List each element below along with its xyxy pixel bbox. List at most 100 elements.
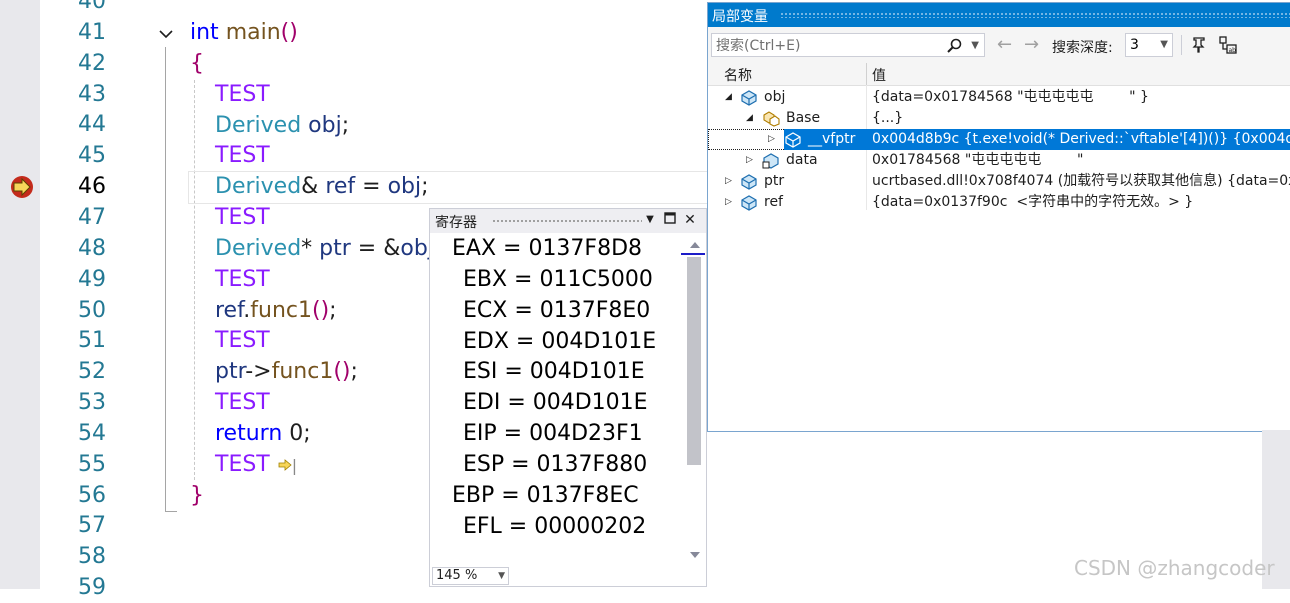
line-number: 59 [78, 575, 106, 601]
code-line-55[interactable]: TEST | [215, 449, 297, 480]
locals-row-ref[interactable]: ▷ ref {data=0x0137f90c <字符串中的字符无效。> } [708, 192, 1290, 213]
register-ecx[interactable]: ECX = 0137F8E0 [463, 295, 650, 326]
expand-triangle-icon[interactable]: ▷ [725, 192, 732, 213]
search-input[interactable]: 搜索(Ctrl+E) ▼ [711, 33, 985, 57]
toolbar-separator [1181, 35, 1182, 55]
scroll-down-icon[interactable] [689, 551, 701, 561]
scroll-up-icon[interactable] [689, 239, 701, 249]
code-line-49[interactable]: TEST [215, 264, 270, 295]
collapse-triangle-icon[interactable]: ◢ [725, 87, 732, 108]
code-line-53[interactable]: TEST [215, 387, 270, 418]
code-line-43[interactable]: TEST [215, 79, 270, 110]
code-line-56[interactable]: } [190, 480, 204, 511]
collapse-chevron-icon[interactable] [158, 26, 174, 42]
line-number: 53 [78, 390, 106, 416]
column-separator[interactable] [866, 63, 867, 85]
forward-arrow-icon[interactable]: → [1024, 35, 1039, 55]
variable-icon [741, 90, 757, 106]
code-line-41[interactable]: int main() [190, 17, 298, 48]
locals-title: 局部变量 [712, 9, 768, 25]
line-number: 49 [78, 266, 106, 292]
locals-name-base: Base [786, 110, 821, 126]
private-field-icon [762, 153, 779, 169]
column-header-name[interactable]: 名称 [724, 65, 752, 85]
locals-name-ref: ref [764, 194, 783, 210]
scrollbar-thumb[interactable] [687, 257, 701, 465]
search-icon[interactable] [946, 38, 962, 54]
locals-row-ptr[interactable]: ▷ ptr ucrtbased.dll!0x708f4074 (加载符号以获取其… [708, 171, 1290, 192]
locals-row-data[interactable]: ▷ data 0x01784568 "屯屯屯屯屯 " [708, 150, 1290, 171]
base-class-icon [763, 111, 780, 127]
variable-icon [741, 195, 757, 211]
register-edi[interactable]: EDI = 004D101E [463, 387, 648, 418]
chevron-down-icon[interactable]: ▼ [971, 34, 979, 58]
register-eip[interactable]: EIP = 004D23F1 [463, 418, 643, 449]
line-number: 48 [78, 235, 106, 261]
registers-window[interactable]: 寄存器 ▼ ✕ EAX = 0137F8D8 EBX = 011C5000 EC… [429, 208, 707, 587]
collapse-triangle-icon[interactable]: ◢ [746, 108, 753, 129]
code-line-54[interactable]: return 0; [215, 418, 311, 449]
drag-grip[interactable] [492, 219, 642, 224]
registers-list[interactable]: EAX = 0137F8D8 EBX = 011C5000 ECX = 0137… [430, 233, 684, 566]
register-esi[interactable]: ESI = 004D101E [463, 356, 645, 387]
code-line-45[interactable]: TEST [215, 140, 270, 171]
expand-triangle-icon[interactable]: ▷ [725, 171, 732, 192]
expand-triangle-icon[interactable]: ▷ [768, 129, 775, 150]
editor-gutter[interactable] [0, 0, 40, 589]
code-line-44[interactable]: Derived obj; [215, 110, 349, 141]
register-ebx[interactable]: EBX = 011C5000 [463, 264, 653, 295]
back-arrow-icon[interactable]: ← [997, 35, 1012, 55]
close-icon[interactable]: ✕ [682, 212, 698, 228]
locals-row-vfptr[interactable]: ▷ __vfptr 0x004d8b9c {t.exe!void(* Deriv… [708, 129, 1290, 150]
register-esp[interactable]: ESP = 0137F880 [463, 449, 647, 480]
expand-triangle-icon[interactable]: ▷ [746, 150, 753, 171]
registers-scrollbar[interactable] [686, 235, 704, 565]
register-eax[interactable]: EAX = 0137F8D8 [452, 233, 642, 264]
register-edx[interactable]: EDX = 004D101E [463, 326, 656, 357]
outline-guide [165, 47, 166, 512]
locals-window[interactable]: 局部变量 搜索(Ctrl+E) ▼ ← → 搜索深度: 3 ▼ ab 名称 值 ◢… [707, 2, 1290, 432]
code-line-52[interactable]: ptr->func1(); [215, 356, 358, 387]
code-line-42[interactable]: { [190, 48, 204, 79]
line-number: 43 [78, 81, 106, 107]
indent-guide [194, 80, 195, 480]
search-depth-select[interactable]: 3 ▼ [1125, 33, 1173, 57]
locals-row-obj[interactable]: ◢ obj {data=0x01784568 "屯屯屯屯屯 " } [708, 87, 1290, 108]
maximize-icon[interactable] [662, 212, 678, 228]
code-line-50[interactable]: ref.func1(); [215, 295, 337, 326]
locals-row-base[interactable]: ◢ Base {...} [708, 108, 1290, 129]
locals-grid-header: 名称 值 [708, 63, 1290, 86]
code-line-51[interactable]: TEST [215, 325, 270, 356]
code-line-47[interactable]: TEST [215, 202, 270, 233]
watermark: CSDN @zhangcoder [1074, 556, 1275, 580]
line-number: 40 [78, 0, 106, 14]
registers-title-bar[interactable]: 寄存器 ▼ ✕ [430, 209, 706, 233]
line-number: 42 [78, 50, 106, 76]
column-header-value[interactable]: 值 [872, 65, 886, 85]
line-number: 58 [78, 544, 106, 570]
line-number: 57 [78, 513, 106, 539]
locals-toolbar: 搜索(Ctrl+E) ▼ ← → 搜索深度: 3 ▼ ab [708, 27, 1290, 63]
locals-name-ptr: ptr [764, 173, 785, 189]
edit-and-continue-icon [278, 459, 292, 471]
register-ebp[interactable]: EBP = 0137F8EC [452, 480, 639, 511]
field-icon [785, 132, 801, 148]
locals-value-ref: {data=0x0137f90c <字符串中的字符无效。> } [872, 194, 1194, 210]
code-line-48[interactable]: Derived* ptr = &obj; [215, 233, 441, 264]
register-efl[interactable]: EFL = 00000202 [463, 511, 646, 542]
current-statement-arrow-icon [11, 176, 33, 198]
registers-title: 寄存器 [435, 215, 477, 231]
pin-icon[interactable] [1190, 35, 1210, 55]
line-number: 47 [78, 204, 106, 230]
line-number: 55 [78, 451, 106, 477]
svg-text:ab: ab [1229, 47, 1237, 54]
locals-title-bar[interactable]: 局部变量 [708, 3, 1290, 27]
window-menu-caret-icon[interactable]: ▼ [642, 212, 658, 228]
line-number: 45 [78, 143, 106, 169]
code-line-46[interactable]: Derived& ref = obj; [215, 171, 429, 202]
hex-display-icon[interactable]: ab [1218, 35, 1238, 55]
chevron-down-icon: ▼ [498, 571, 505, 581]
zoom-select[interactable]: 145 % ▼ [432, 567, 509, 585]
search-depth-label: 搜索深度: [1052, 40, 1113, 56]
drag-grip[interactable] [780, 12, 1290, 18]
